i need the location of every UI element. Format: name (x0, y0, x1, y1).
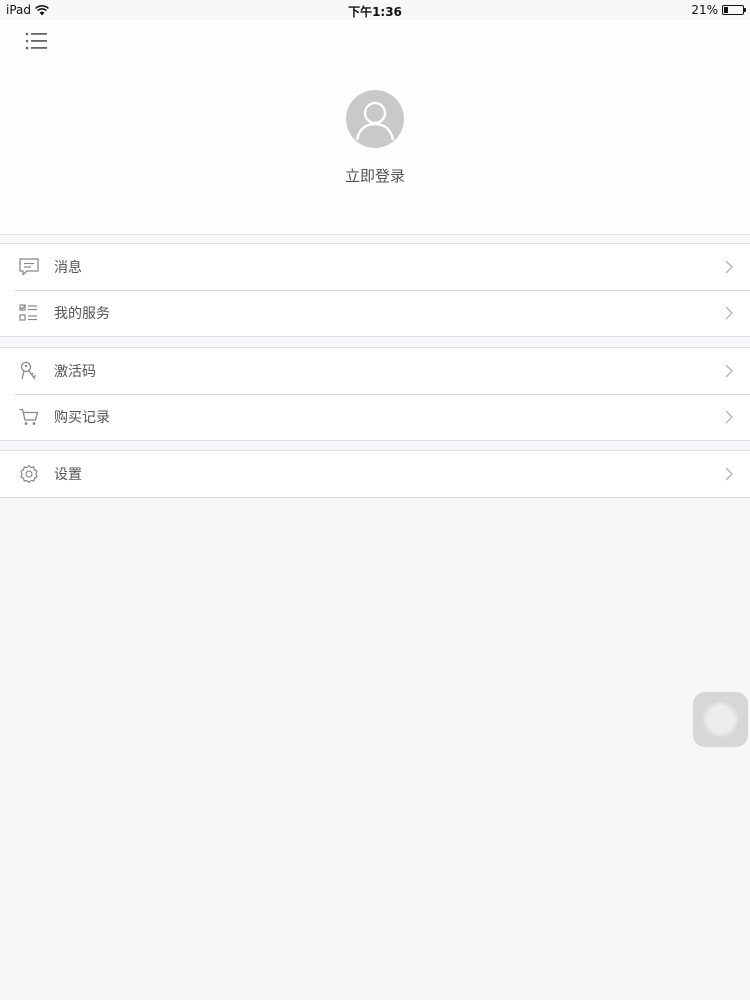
list-menu-icon[interactable] (24, 30, 50, 52)
assistive-touch-button[interactable] (693, 692, 748, 747)
menu-item-my-services[interactable]: 我的服务 (0, 290, 750, 336)
cart-icon (19, 408, 39, 425)
status-bar: iPad 下午1:36 21% (0, 0, 750, 20)
user-avatar-icon[interactable] (346, 90, 404, 148)
menu-item-purchase-history[interactable]: 购买记录 (0, 394, 750, 440)
login-link[interactable]: 立即登录 (0, 165, 750, 186)
key-icon (20, 361, 36, 380)
status-time: 下午1:36 (348, 5, 402, 19)
menu-item-label: 设置 (54, 467, 82, 483)
assistive-touch-icon (706, 705, 735, 734)
app-screen: iPad 下午1:36 21% 立即登录 消息 我的服务 激活码 购买记录 设置 (0, 0, 750, 1000)
battery-icon (722, 5, 746, 15)
menu-item-label: 我的服务 (54, 306, 110, 322)
menu-item-messages[interactable]: 消息 (0, 244, 750, 290)
service-list-icon (19, 304, 37, 321)
menu-group-2: 激活码 购买记录 (0, 347, 750, 441)
menu-item-label: 消息 (54, 260, 82, 276)
status-right: 21% (691, 3, 746, 17)
menu-item-activation-code[interactable]: 激活码 (0, 348, 750, 394)
chevron-right-icon (725, 306, 733, 320)
message-icon (19, 258, 39, 276)
battery-percent: 21% (691, 3, 718, 17)
chevron-right-icon (725, 364, 733, 378)
gear-icon (20, 464, 38, 484)
menu-group-3: 设置 (0, 450, 750, 498)
chevron-right-icon (725, 260, 733, 274)
menu-item-settings[interactable]: 设置 (0, 451, 750, 497)
battery-fill (724, 7, 728, 13)
chevron-right-icon (725, 410, 733, 424)
profile-header: 立即登录 (0, 20, 750, 235)
chevron-right-icon (725, 467, 733, 481)
menu-item-label: 激活码 (54, 364, 96, 380)
menu-group-1: 消息 我的服务 (0, 243, 750, 337)
menu-item-label: 购买记录 (54, 410, 110, 426)
